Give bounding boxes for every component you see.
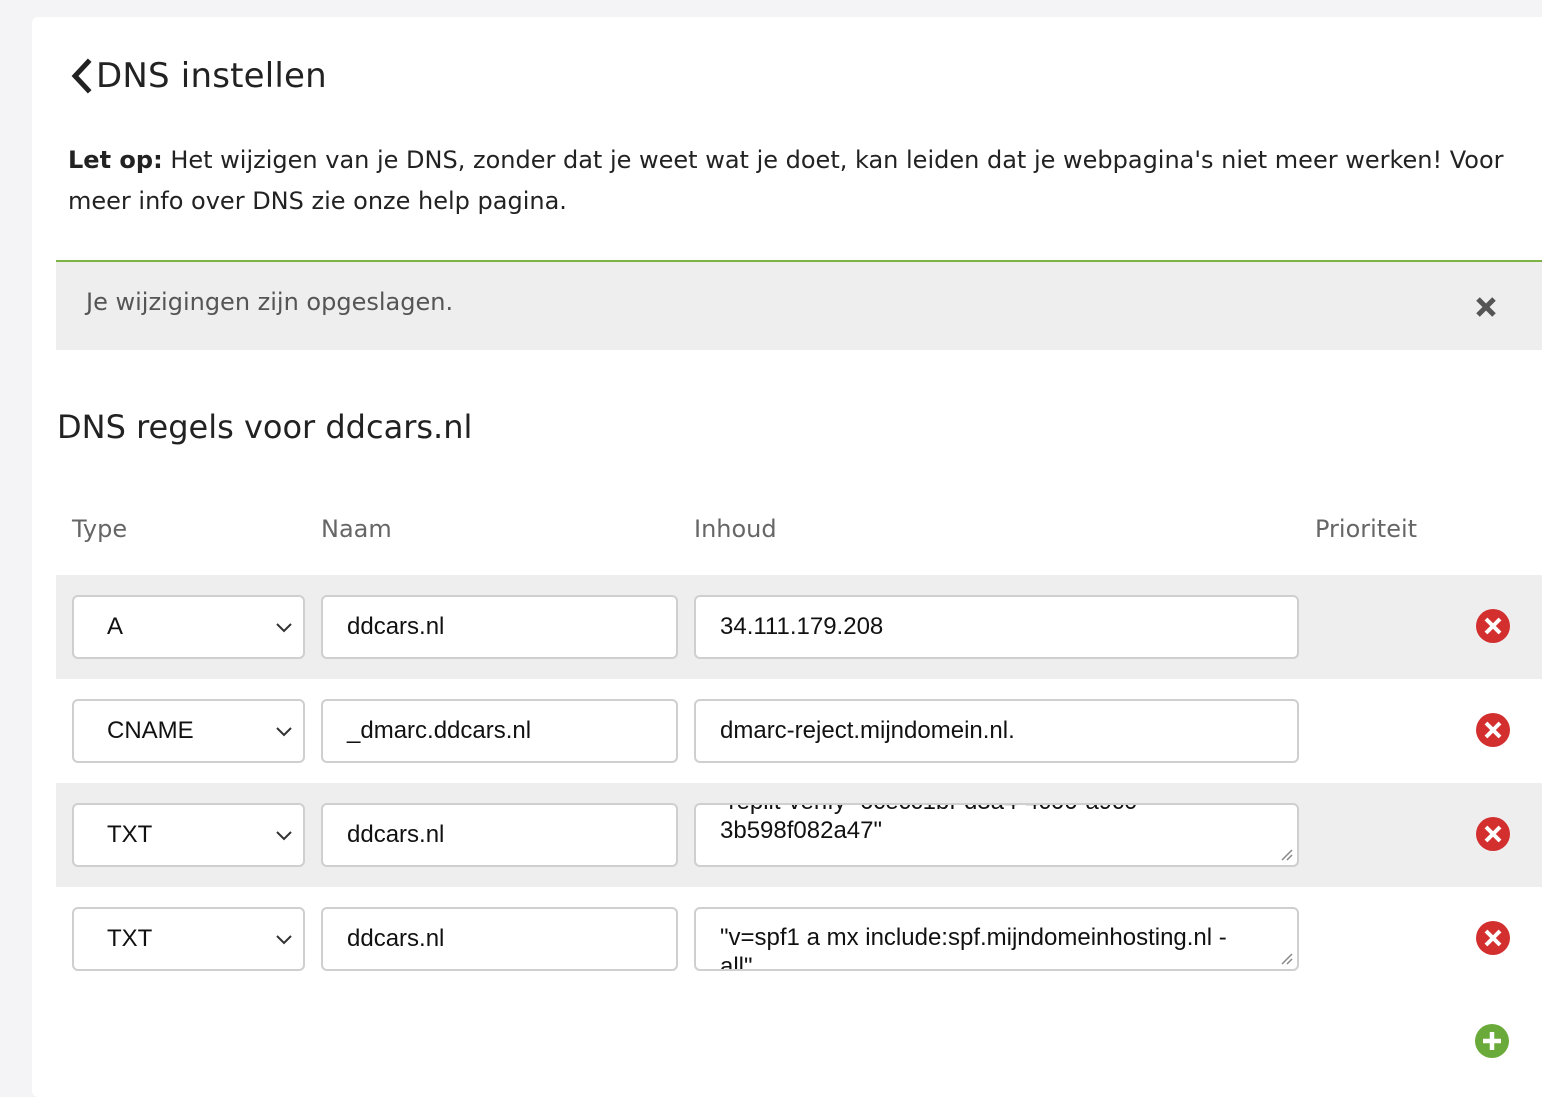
content-input[interactable]: dmarc-reject.mijndomein.nl. bbox=[694, 699, 1299, 763]
delete-circle-icon[interactable] bbox=[1475, 920, 1511, 956]
content-textarea-value: "replit-verify=6cecc1bf-d3a4-4c66-a9c0-3… bbox=[720, 805, 1145, 844]
name-input[interactable]: ddcars.nl bbox=[321, 907, 678, 971]
column-header-name: Naam bbox=[321, 515, 392, 543]
content-textarea[interactable]: "v=spf1 a mx include:spf.mijndomeinhosti… bbox=[694, 907, 1299, 971]
add-circle-icon[interactable] bbox=[1474, 1023, 1510, 1059]
resize-handle-icon[interactable] bbox=[1279, 951, 1293, 965]
type-select[interactable]: TXT bbox=[72, 907, 305, 971]
dns-record-row: TXT ddcars.nl "v=spf1 a mx include:spf.m… bbox=[56, 887, 1542, 991]
delete-circle-icon[interactable] bbox=[1475, 712, 1511, 748]
dns-record-row: A ddcars.nl 34.111.179.208 bbox=[56, 575, 1542, 679]
name-input[interactable]: ddcars.nl bbox=[321, 595, 678, 659]
type-select-value: TXT bbox=[107, 925, 153, 952]
chevron-down-icon bbox=[276, 727, 292, 737]
chevron-down-icon bbox=[276, 623, 292, 633]
resize-handle-icon[interactable] bbox=[1279, 847, 1293, 861]
type-select[interactable]: TXT bbox=[72, 803, 305, 867]
content-textarea[interactable]: "replit-verify=6cecc1bf-d3a4-4c66-a9c0-3… bbox=[694, 803, 1299, 867]
delete-circle-icon[interactable] bbox=[1475, 608, 1511, 644]
chevron-down-icon bbox=[276, 935, 292, 945]
name-input[interactable]: _dmarc.ddcars.nl bbox=[321, 699, 678, 763]
column-header-content: Inhoud bbox=[694, 515, 777, 543]
type-select-value: TXT bbox=[107, 821, 153, 848]
notice-label: Let op: bbox=[68, 146, 163, 174]
warning-notice: Let op: Het wijzigen van je DNS, zonder … bbox=[68, 140, 1542, 222]
type-select[interactable]: CNAME bbox=[72, 699, 305, 763]
page-header: DNS instellen bbox=[68, 56, 327, 96]
dns-record-row: CNAME _dmarc.ddcars.nl dmarc-reject.mijn… bbox=[56, 679, 1542, 783]
notice-text: Het wijzigen van je DNS, zonder dat je w… bbox=[170, 146, 1504, 174]
chevron-down-icon bbox=[276, 831, 292, 841]
delete-circle-icon[interactable] bbox=[1475, 816, 1511, 852]
close-icon[interactable] bbox=[1474, 295, 1498, 319]
section-title: DNS regels voor ddcars.nl bbox=[57, 408, 473, 446]
content-input[interactable]: 34.111.179.208 bbox=[694, 595, 1299, 659]
notice-text-continued: meer info over DNS zie onze help pagina. bbox=[68, 187, 567, 215]
type-select-value: CNAME bbox=[107, 717, 194, 744]
flash-text: Je wijzigingen zijn opgeslagen. bbox=[86, 288, 454, 316]
chevron-left-icon[interactable] bbox=[68, 56, 94, 96]
name-input[interactable]: ddcars.nl bbox=[321, 803, 678, 867]
dns-record-row: TXT ddcars.nl "replit-verify=6cecc1bf-d3… bbox=[56, 783, 1542, 887]
page-title: DNS instellen bbox=[96, 56, 327, 96]
column-header-type: Type bbox=[72, 515, 128, 543]
type-select[interactable]: A bbox=[72, 595, 305, 659]
column-header-priority: Prioriteit bbox=[1315, 515, 1418, 543]
type-select-value: A bbox=[107, 613, 124, 640]
success-flash-message: Je wijzigingen zijn opgeslagen. bbox=[56, 260, 1542, 350]
content-textarea-value: "v=spf1 a mx include:spf.mijndomeinhosti… bbox=[720, 924, 1227, 971]
